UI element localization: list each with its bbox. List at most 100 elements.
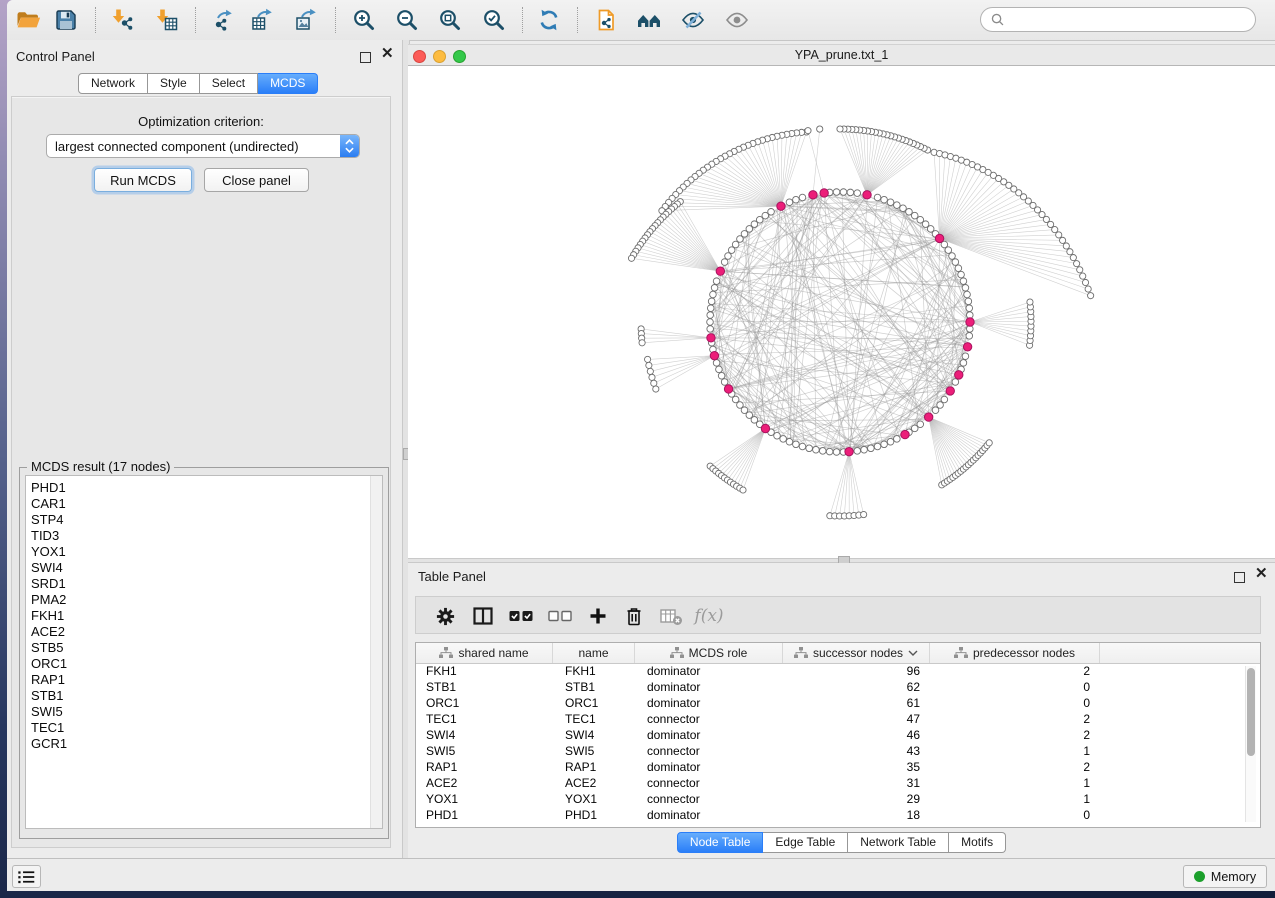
toolbar-separator — [95, 7, 96, 33]
table-row[interactable]: PHD1PHD1dominator180 — [416, 808, 1260, 824]
status-bar: Memory — [7, 858, 1275, 891]
search-input[interactable] — [1010, 12, 1246, 28]
tab-select[interactable]: Select — [200, 73, 258, 94]
task-history-button[interactable] — [12, 865, 41, 888]
cell-name: YOX1 — [553, 792, 635, 808]
network-canvas[interactable] — [408, 66, 1275, 558]
export-network-icon[interactable] — [207, 6, 237, 34]
mcds-result-item[interactable]: SWI4 — [26, 560, 382, 576]
save-session-icon[interactable] — [51, 6, 81, 34]
memory-button[interactable]: Memory — [1183, 865, 1267, 888]
close-panel-icon[interactable]: ✕ — [1255, 569, 1268, 579]
zoom-out-icon[interactable] — [392, 6, 422, 34]
close-panel-button[interactable]: Close panel — [204, 168, 309, 192]
tab-motifs[interactable]: Motifs — [949, 832, 1006, 853]
control-panel-title: Control Panel — [16, 49, 95, 64]
new-network-from-selection-icon[interactable] — [591, 6, 621, 34]
network-graph[interactable] — [408, 66, 1275, 558]
mcds-result-item[interactable]: TID3 — [26, 528, 382, 544]
hide-selected-icon[interactable] — [678, 6, 708, 34]
tab-network-table[interactable]: Network Table — [848, 832, 949, 853]
table-row[interactable]: ORC1ORC1dominator610 — [416, 696, 1260, 712]
table-row[interactable]: SWI5SWI5connector431 — [416, 744, 1260, 760]
mcds-result-item[interactable]: ACE2 — [26, 624, 382, 640]
mcds-result-item[interactable]: STP4 — [26, 512, 382, 528]
mcds-result-item[interactable]: FKH1 — [26, 608, 382, 624]
add-column-icon[interactable] — [585, 604, 611, 628]
apply-layout-icon[interactable] — [534, 6, 564, 34]
select-all-icon[interactable] — [506, 604, 536, 628]
mcds-tab-content: Optimization criterion: largest connecte… — [11, 96, 391, 848]
table-row[interactable]: FKH1FKH1dominator962 — [416, 664, 1260, 680]
column-header-predecessor-nodes[interactable]: predecessor nodes — [930, 643, 1100, 663]
table-row[interactable]: SWI4SWI4dominator462 — [416, 728, 1260, 744]
deselect-all-icon[interactable] — [545, 604, 575, 628]
mcds-result-item[interactable]: TEC1 — [26, 720, 382, 736]
settings-icon[interactable] — [432, 604, 458, 628]
search-field[interactable] — [980, 7, 1256, 32]
show-all-icon[interactable] — [722, 6, 752, 34]
float-panel-icon[interactable] — [1234, 570, 1245, 588]
table-row[interactable]: RAP1RAP1dominator352 — [416, 760, 1260, 776]
column-header-MCDS-role[interactable]: MCDS role — [635, 643, 783, 663]
column-header-shared-name[interactable]: shared name — [416, 643, 553, 663]
tab-network[interactable]: Network — [78, 73, 148, 94]
export-table-icon[interactable] — [247, 6, 277, 34]
table-row[interactable]: YOX1YOX1connector291 — [416, 792, 1260, 808]
tab-style[interactable]: Style — [148, 73, 200, 94]
table-row[interactable]: ACE2ACE2connector311 — [416, 776, 1260, 792]
table-row[interactable]: STB1STB1dominator620 — [416, 680, 1260, 696]
delete-column-icon[interactable] — [621, 604, 647, 628]
split-columns-icon[interactable] — [470, 604, 496, 628]
column-header-name[interactable]: name — [553, 643, 635, 663]
run-mcds-button[interactable]: Run MCDS — [94, 168, 192, 192]
cell-name: SWI4 — [553, 728, 635, 744]
float-panel-icon[interactable] — [360, 50, 371, 68]
tab-edge-table[interactable]: Edge Table — [763, 832, 848, 853]
table-tabs-bar: Node TableEdge TableNetwork TableMotifs — [408, 832, 1275, 853]
mcds-list-scrollbar[interactable] — [370, 476, 382, 828]
app-window: Control Panel ✕ NetworkStyleSelectMCDS O… — [7, 0, 1275, 891]
cell-predecessor_nodes: 0 — [930, 808, 1100, 824]
criterion-select[interactable]: largest connected component (undirected) — [46, 134, 360, 158]
mcds-result-item[interactable]: STB1 — [26, 688, 382, 704]
mcds-result-item[interactable]: PHD1 — [26, 480, 382, 496]
node-table: shared namenameMCDS rolesuccessor nodesp… — [415, 642, 1261, 828]
import-table-icon[interactable] — [151, 6, 181, 34]
cell-shared_name: STB1 — [416, 680, 553, 696]
table-row[interactable]: TEC1TEC1connector472 — [416, 712, 1260, 728]
zoom-in-icon[interactable] — [349, 6, 379, 34]
cell-predecessor_nodes: 2 — [930, 760, 1100, 776]
mcds-result-item[interactable]: ORC1 — [26, 656, 382, 672]
network-window-titlebar[interactable]: YPA_prune.txt_1 — [408, 44, 1275, 66]
cell-successor_nodes: 47 — [783, 712, 930, 728]
cell-predecessor_nodes: 1 — [930, 776, 1100, 792]
table-scrollbar[interactable] — [1245, 666, 1256, 822]
mcds-result-item[interactable]: YOX1 — [26, 544, 382, 560]
import-network-icon[interactable] — [107, 6, 137, 34]
tab-mcds[interactable]: MCDS — [258, 73, 318, 94]
mcds-result-item[interactable]: SRD1 — [26, 576, 382, 592]
mcds-result-item[interactable]: PMA2 — [26, 592, 382, 608]
mcds-result-item[interactable]: GCR1 — [26, 736, 382, 752]
mcds-result-item[interactable]: RAP1 — [26, 672, 382, 688]
open-file-icon[interactable] — [13, 6, 43, 34]
cell-name: ACE2 — [553, 776, 635, 792]
mcds-result-item[interactable]: CAR1 — [26, 496, 382, 512]
mcds-result-item[interactable]: STB5 — [26, 640, 382, 656]
first-neighbors-icon[interactable] — [634, 6, 664, 34]
cell-shared_name: FKH1 — [416, 664, 553, 680]
cell-shared_name: SWI4 — [416, 728, 553, 744]
cell-name: TEC1 — [553, 712, 635, 728]
cell-shared_name: RAP1 — [416, 760, 553, 776]
table-scrollbar-thumb[interactable] — [1247, 668, 1255, 756]
close-panel-icon[interactable]: ✕ — [381, 49, 394, 59]
zoom-selected-icon[interactable] — [479, 6, 509, 34]
tab-node-table[interactable]: Node Table — [677, 832, 764, 853]
zoom-fit-icon[interactable] — [435, 6, 465, 34]
mcds-result-list[interactable]: PHD1CAR1STP4TID3YOX1SWI4SRD1PMA2FKH1ACE2… — [25, 475, 383, 829]
export-image-icon[interactable] — [291, 6, 321, 34]
table-tabs: Node TableEdge TableNetwork TableMotifs — [677, 832, 1006, 853]
column-header-successor-nodes[interactable]: successor nodes — [783, 643, 930, 663]
mcds-result-item[interactable]: SWI5 — [26, 704, 382, 720]
